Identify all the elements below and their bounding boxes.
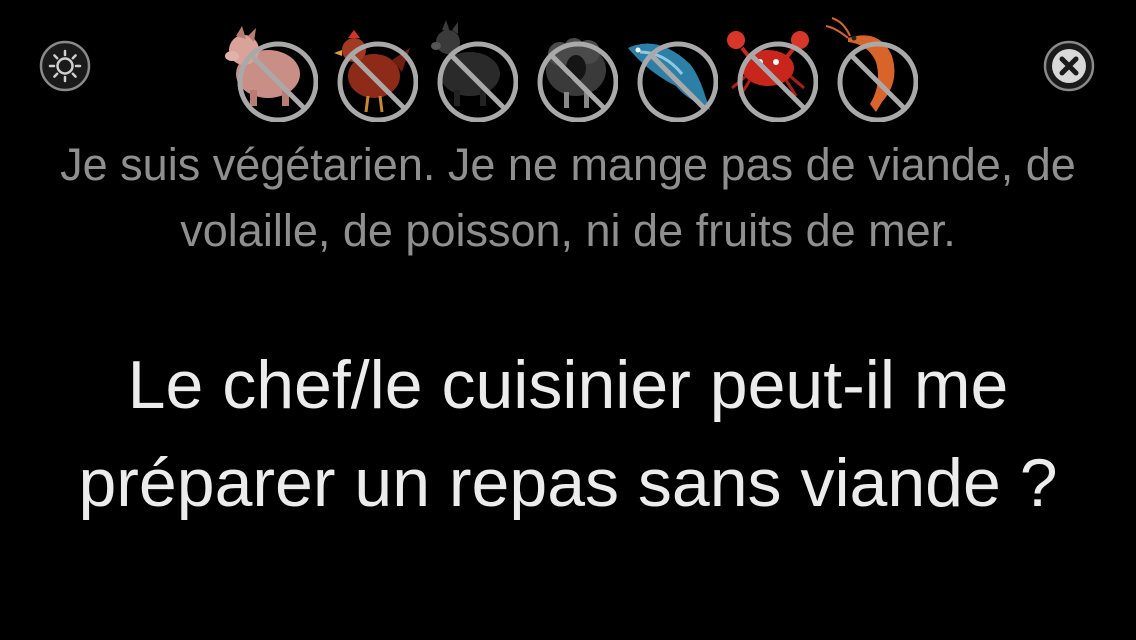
sun-brightness-icon	[39, 40, 91, 92]
brightness-button[interactable]	[39, 40, 91, 92]
no-fish-icon	[618, 12, 718, 122]
no-chicken-icon	[318, 12, 418, 122]
vegetarian-statement: Je suis végétarien. Je ne mange pas de v…	[60, 139, 1076, 256]
no-crab-icon	[718, 12, 818, 122]
no-sheep-icon	[518, 12, 618, 122]
no-pig-icon	[218, 12, 318, 122]
dietary-restrictions-row	[218, 12, 918, 122]
no-shrimp-icon	[818, 12, 918, 122]
close-icon	[1043, 40, 1095, 92]
phrase-question: Le chef/le cuisinier peut-il me préparer…	[78, 347, 1058, 521]
phrase-screen: Je suis végétarien. Je ne mange pas de v…	[0, 0, 1136, 640]
no-boar-icon	[418, 12, 518, 122]
close-button[interactable]	[1043, 40, 1095, 92]
